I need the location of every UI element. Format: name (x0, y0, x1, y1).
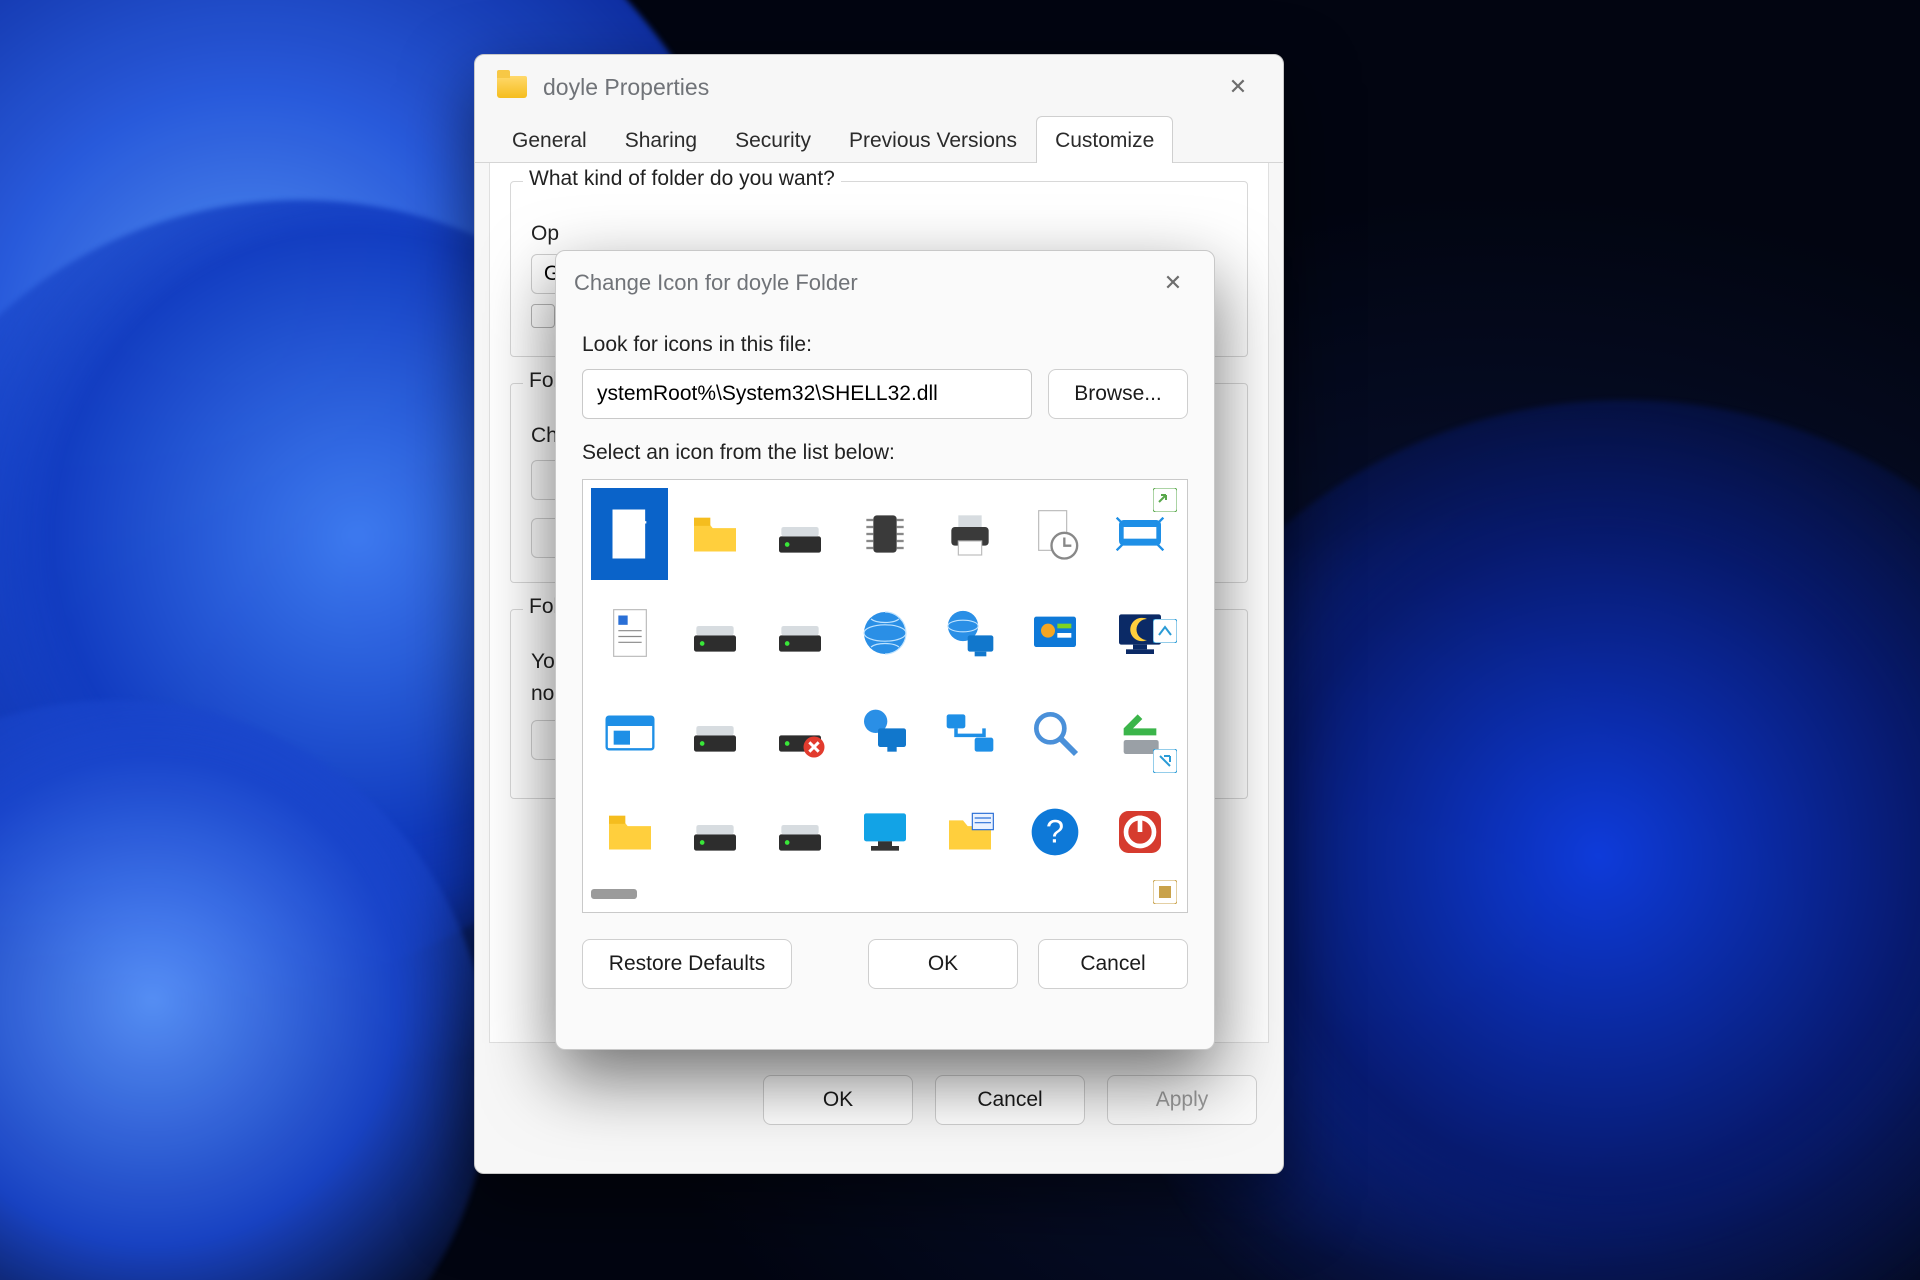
change-icon-title: Change Icon for doyle Folder (574, 270, 858, 296)
cancel-button[interactable]: Cancel (935, 1075, 1085, 1125)
chip-icon[interactable] (846, 488, 923, 580)
group-legend: What kind of folder do you want? (523, 167, 841, 191)
icon-list-scrollbar[interactable] (591, 884, 1179, 904)
properties-footer: OK Cancel Apply (475, 1057, 1283, 1125)
close-icon[interactable]: ✕ (1215, 69, 1261, 105)
control-panel-icon[interactable] (1017, 588, 1094, 680)
tab-sharing[interactable]: Sharing (606, 116, 716, 163)
network-connection-icon[interactable] (932, 687, 1009, 779)
change-icon-footer: Restore Defaults OK Cancel (556, 913, 1214, 989)
svg-text:?: ? (1046, 813, 1064, 850)
close-icon[interactable]: ✕ (1150, 265, 1196, 301)
tab-general[interactable]: General (493, 116, 606, 163)
tab-previous-versions[interactable]: Previous Versions (830, 116, 1036, 163)
restore-defaults-button[interactable]: Restore Defaults (582, 939, 792, 989)
network-computer-icon[interactable] (846, 687, 923, 779)
printer-icon[interactable] (932, 488, 1009, 580)
select-icon-label: Select an icon from the list below: (582, 441, 1188, 465)
look-for-label: Look for icons in this file: (582, 333, 1188, 357)
blank-document-icon[interactable] (591, 488, 668, 580)
folder-icon (497, 76, 527, 98)
desktop-wallpaper: doyle Properties ✕ GeneralSharingSecurit… (0, 0, 1920, 1280)
share-overlay-icon[interactable] (1153, 619, 1177, 643)
search-icon[interactable] (1017, 687, 1094, 779)
properties-titlebar[interactable]: doyle Properties ✕ (475, 55, 1283, 115)
rich-document-icon[interactable] (591, 588, 668, 680)
properties-tabs: GeneralSharingSecurityPrevious VersionsC… (475, 115, 1283, 163)
help-icon[interactable]: ? (1017, 787, 1094, 879)
link-overlay-icon[interactable] (1153, 749, 1177, 773)
truncated-label: Op (531, 222, 1227, 246)
change-icon-dialog: Change Icon for doyle Folder ✕ Look for … (555, 250, 1215, 1050)
folder-icon[interactable] (676, 488, 753, 580)
also-apply-checkbox[interactable] (531, 304, 555, 328)
folder-options-icon[interactable] (932, 787, 1009, 879)
document-history-icon[interactable] (1017, 488, 1094, 580)
cancel-button[interactable]: Cancel (1038, 939, 1188, 989)
misc-overlay-icon[interactable] (1153, 880, 1177, 904)
floppy-drive-icon[interactable] (676, 588, 753, 680)
apply-button[interactable]: Apply (1107, 1075, 1257, 1125)
folder-open-icon[interactable] (591, 787, 668, 879)
ok-button[interactable]: OK (868, 939, 1018, 989)
shortcut-overlay-icon[interactable] (1153, 488, 1177, 512)
tab-security[interactable]: Security (716, 116, 830, 163)
removable-drive-icon[interactable] (761, 588, 838, 680)
optical-drive-icon[interactable] (761, 787, 838, 879)
monitor-icon[interactable] (846, 787, 923, 879)
network-globe-icon[interactable] (932, 588, 1009, 680)
drive-icon[interactable] (761, 488, 838, 580)
tab-customize[interactable]: Customize (1036, 116, 1173, 163)
globe-icon[interactable] (846, 588, 923, 680)
properties-title: doyle Properties (543, 74, 709, 101)
browse-button[interactable]: Browse... (1048, 369, 1188, 419)
drive-error-icon[interactable] (761, 687, 838, 779)
change-icon-titlebar[interactable]: Change Icon for doyle Folder ✕ (556, 251, 1214, 313)
icon-list: ? (582, 479, 1188, 913)
program-window-icon[interactable] (591, 687, 668, 779)
floppy-drive-alt-icon[interactable] (676, 687, 753, 779)
ok-button[interactable]: OK (763, 1075, 913, 1125)
icon-path-input[interactable]: ystemRoot%\System32\SHELL32.dll (582, 369, 1032, 419)
drive-alt-icon[interactable] (676, 787, 753, 879)
